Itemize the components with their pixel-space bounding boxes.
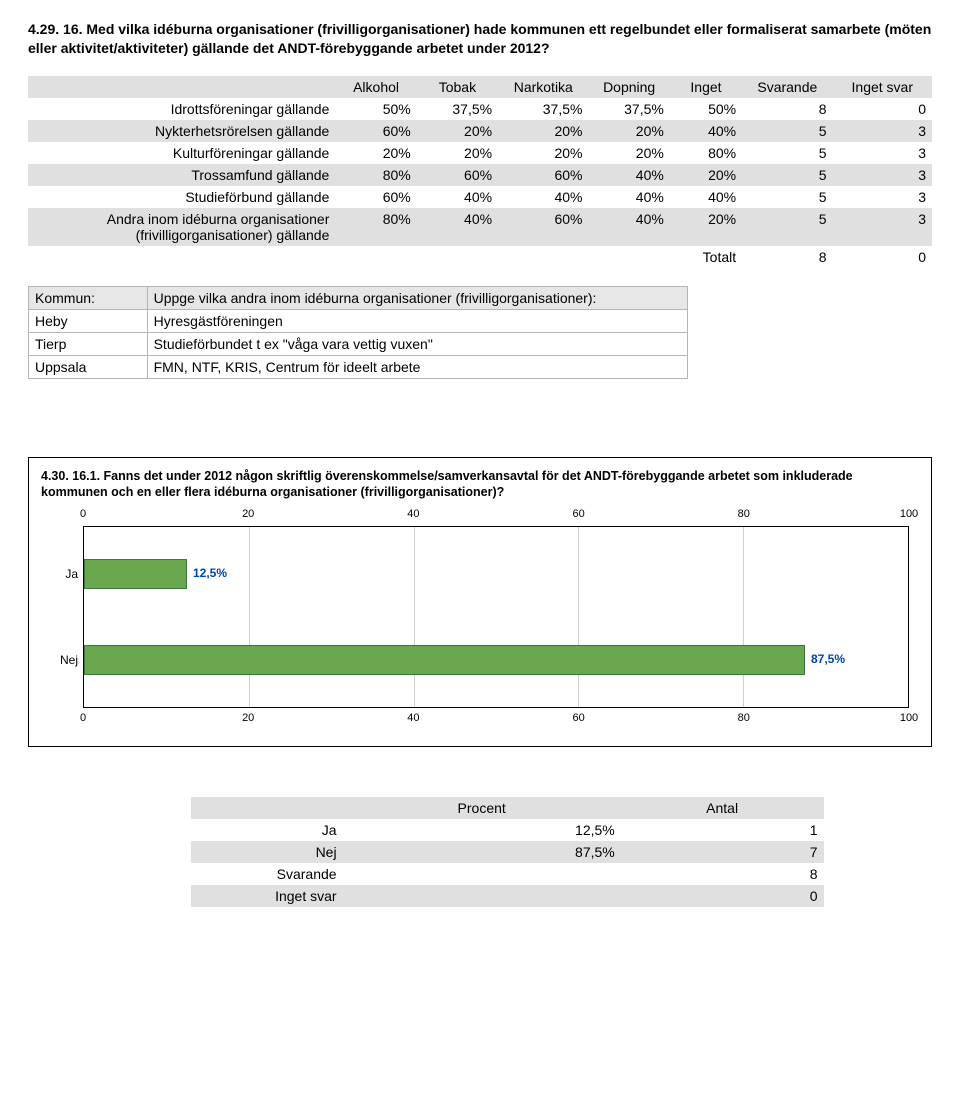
freetext-table: Kommun: Uppge vilka andra inom idéburna … — [28, 286, 688, 379]
col-inget: Inget — [670, 76, 742, 98]
table-total-row: Totalt 8 0 — [28, 246, 932, 268]
chart-axis-bottom: 0 20 40 60 80 100 — [83, 712, 909, 728]
chart-bar-ja — [84, 559, 187, 589]
col-alkohol: Alkohol — [335, 76, 416, 98]
chart-bar-label-ja: 12,5% — [193, 566, 227, 580]
question-2-chart-block: 4.30. 16.1. Fanns det under 2012 någon s… — [28, 457, 932, 748]
row-label: Trossamfund gällande — [28, 164, 335, 186]
question-1-title: 4.29. 16. Med vilka idéburna organisatio… — [28, 20, 932, 58]
chart-category-nej: Nej — [36, 653, 78, 667]
col-procent: Procent — [343, 797, 621, 819]
table-row: Idrottsföreningar gällande 50% 37,5% 37,… — [28, 98, 932, 120]
row-label: Studieförbund gällande — [28, 186, 335, 208]
question-1-table: Alkohol Tobak Narkotika Dopning Inget Sv… — [28, 76, 932, 268]
col-kommun: Kommun: — [29, 286, 148, 309]
row-label: Idrottsföreningar gällande — [28, 98, 335, 120]
table-row: Andra inom idéburna organisationer (friv… — [28, 208, 932, 246]
table-row: Nykterhetsrörelsen gällande 60% 20% 20% … — [28, 120, 932, 142]
col-svarande: Svarande — [742, 76, 832, 98]
chart-plot-area: Ja 12,5% Nej 87,5% — [83, 526, 909, 708]
table-row: Trossamfund gällande 80% 60% 60% 40% 20%… — [28, 164, 932, 186]
table-row: Uppsala FMN, NTF, KRIS, Centrum för idee… — [29, 355, 688, 378]
table-row: Inget svar 0 — [191, 885, 824, 907]
table-row: Ja 12,5% 1 — [191, 819, 824, 841]
chart-axis-top: 0 20 40 60 80 100 — [83, 508, 909, 524]
col-antal: Antal — [621, 797, 824, 819]
total-label: Totalt — [670, 246, 742, 268]
row-label: Kulturföreningar gällande — [28, 142, 335, 164]
table-header-row: Alkohol Tobak Narkotika Dopning Inget Sv… — [28, 76, 932, 98]
table-row: Nej 87,5% 7 — [191, 841, 824, 863]
col-inget-svar: Inget svar — [833, 76, 932, 98]
table-row: Kulturföreningar gällande 20% 20% 20% 20… — [28, 142, 932, 164]
table-row: Tierp Studieförbundet t ex "våga vara ve… — [29, 332, 688, 355]
bar-chart: 0 20 40 60 80 100 Ja 12,5% Nej 87,5% 0 2… — [83, 508, 909, 738]
chart-bar-label-nej: 87,5% — [811, 652, 845, 666]
col-narkotika: Narkotika — [498, 76, 588, 98]
table-row: Svarande 8 — [191, 863, 824, 885]
row-label: Andra inom idéburna organisationer (friv… — [28, 208, 335, 246]
table-row: Heby Hyresgästföreningen — [29, 309, 688, 332]
col-prompt: Uppge vilka andra inom idéburna organisa… — [147, 286, 687, 309]
question-2-title: 4.30. 16.1. Fanns det under 2012 någon s… — [41, 468, 919, 501]
col-dopning: Dopning — [588, 76, 669, 98]
chart-bar-nej — [84, 645, 805, 675]
row-label: Nykterhetsrörelsen gällande — [28, 120, 335, 142]
chart-category-ja: Ja — [36, 567, 78, 581]
summary-table: Procent Antal Ja 12,5% 1 Nej 87,5% 7 Sva… — [191, 797, 824, 907]
col-tobak: Tobak — [417, 76, 498, 98]
table-row: Studieförbund gällande 60% 40% 40% 40% 4… — [28, 186, 932, 208]
